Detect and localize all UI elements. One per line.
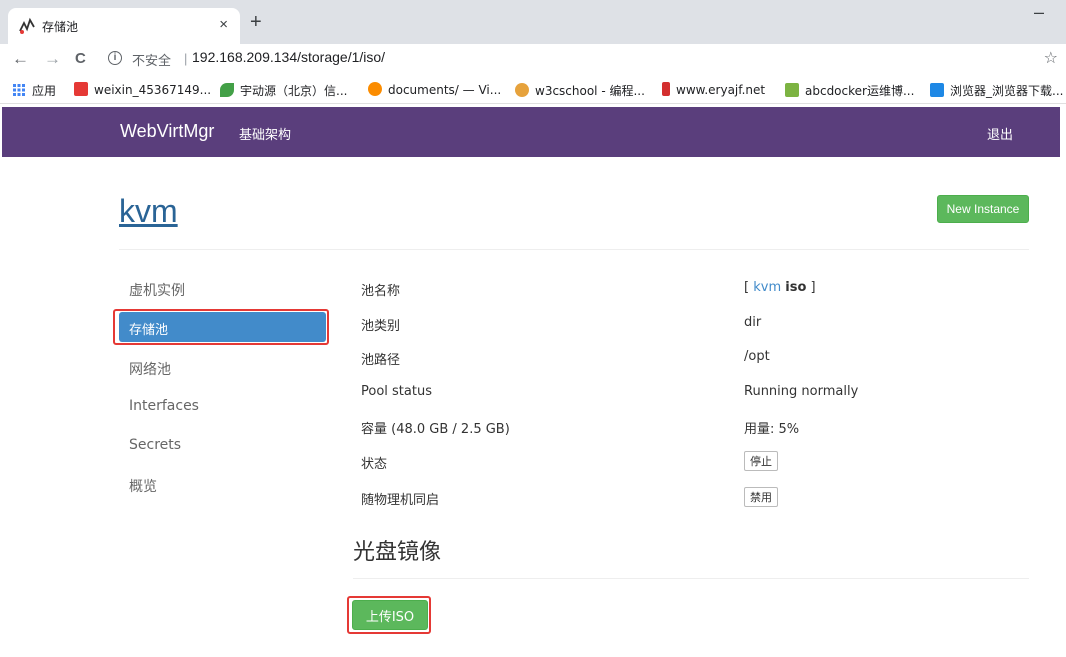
new-tab-icon[interactable]: + (250, 12, 262, 32)
bookmark-label: documents/ — Vi... (388, 83, 502, 97)
sidebar-item-storage[interactable]: 存储池 (119, 312, 326, 342)
not-secure-label: 不安全 (132, 54, 172, 69)
bookmark-browser-download[interactable]: 浏览器_浏览器下载... (930, 82, 1063, 100)
bookmark-label: 宇动源（北京）信... (240, 84, 348, 98)
reload-icon[interactable]: C (75, 49, 86, 69)
pool-status-label: Pool status (361, 384, 432, 399)
bookmark-label: 应用 (32, 84, 57, 98)
bookmark-label: www.eryajf.net (676, 83, 766, 97)
forward-arrow-icon[interactable]: → (44, 49, 61, 69)
sidebar-item-networks[interactable]: 网络池 (129, 359, 171, 379)
bookmark-star-icon[interactable]: ☆ (1044, 48, 1058, 68)
sidebar-item-instances[interactable]: 虚机实例 (129, 280, 185, 300)
leaf-icon (220, 83, 234, 97)
iso-section-divider (353, 578, 1029, 579)
tab-title: 存储池 (42, 20, 79, 34)
pool-path-value: /opt (744, 349, 770, 364)
bookmark-eryajf[interactable]: www.eryajf.net (662, 82, 765, 100)
sidebar-item-label: 存储池 (129, 323, 169, 338)
browser-toolbar: ← → C i 不安全 | 192.168.209.134/storage/1/… (0, 44, 1066, 76)
brand-logo[interactable]: WebVirtMgr (120, 121, 214, 142)
browser-download-icon (930, 83, 944, 97)
sidebar-item-secrets[interactable]: Secrets (129, 437, 181, 453)
browser-tabstrip: 存储池 × + – (0, 0, 1066, 44)
pool-name-value: [ kvm iso ] (744, 280, 816, 295)
state-label: 状态 (361, 457, 388, 472)
pool-kvm-link[interactable]: kvm (753, 280, 781, 295)
pool-status-value: Running normally (744, 384, 859, 399)
disable-autostart-button[interactable]: 禁用 (744, 487, 778, 507)
bookmark-csdn[interactable]: weixin_45367149... (74, 82, 211, 100)
sidebar-item-interfaces[interactable]: Interfaces (129, 398, 199, 414)
browser-tab-active[interactable]: 存储池 × (8, 8, 240, 44)
page-title[interactable]: kvm (119, 193, 178, 230)
iso-section-title: 光盘镜像 (353, 540, 442, 565)
bookmarks-bar: 应用 weixin_45367149... 宇动源（北京）信... docume… (0, 76, 1066, 104)
window-minimize-icon[interactable]: – (1034, 2, 1044, 23)
abcdocker-icon (785, 83, 799, 97)
pool-type-label: 池类别 (361, 319, 401, 334)
nav-infrastructure-link[interactable]: 基础架构 (239, 124, 291, 143)
url-text[interactable]: 192.168.209.134/storage/1/iso/ (192, 49, 385, 65)
bookmark-yudongyuan[interactable]: 宇动源（北京）信... (220, 82, 347, 100)
upload-iso-button[interactable]: 上传ISO (352, 600, 428, 630)
stop-button[interactable]: 停止 (744, 451, 778, 471)
bookmark-apps[interactable]: 应用 (12, 82, 56, 100)
info-icon[interactable]: i (108, 51, 122, 65)
bracket-close: ] (810, 280, 816, 295)
bookmark-label: 浏览器_浏览器下载... (950, 84, 1064, 98)
top-navbar: WebVirtMgr 基础架构 退出 (2, 107, 1060, 157)
sidebar-item-overview[interactable]: 概览 (129, 476, 157, 496)
w3cschool-icon (515, 83, 529, 97)
bookmark-abcdocker[interactable]: abcdocker运维博... (785, 82, 914, 100)
back-arrow-icon[interactable]: ← (12, 49, 29, 69)
capacity-label: 容量 (48.0 GB / 2.5 GB) (361, 422, 510, 437)
bookmark-label: w3cschool - 编程... (535, 84, 645, 98)
person-icon (662, 82, 670, 96)
address-separator: | (184, 51, 188, 66)
title-divider (119, 249, 1029, 250)
csdn-icon (74, 82, 88, 96)
pool-name-bold: iso (785, 280, 807, 295)
new-instance-button[interactable]: New Instance (937, 195, 1029, 223)
bookmark-label: abcdocker运维博... (805, 84, 915, 98)
bookmark-w3cschool[interactable]: w3cschool - 编程... (515, 82, 645, 100)
pool-path-label: 池路径 (361, 353, 401, 368)
bookmark-documents[interactable]: documents/ — Vi... (368, 82, 501, 100)
usage-value: 用量: 5% (744, 422, 800, 437)
tab-close-icon[interactable]: × (219, 16, 228, 33)
logout-link[interactable]: 退出 (987, 124, 1013, 143)
pool-name-label: 池名称 (361, 284, 401, 299)
bracket-open: [ (744, 280, 750, 295)
bookmark-label: weixin_45367149... (94, 83, 212, 97)
apps-grid-icon (13, 84, 25, 96)
autostart-label: 随物理机同启 (361, 493, 440, 508)
address-bar[interactable]: i 不安全 | 192.168.209.134/storage/1/iso/ ☆ (104, 48, 1064, 72)
chrome-icon (368, 82, 382, 96)
pool-type-value: dir (744, 315, 762, 330)
webvirtmgr-favicon-icon (19, 17, 35, 34)
